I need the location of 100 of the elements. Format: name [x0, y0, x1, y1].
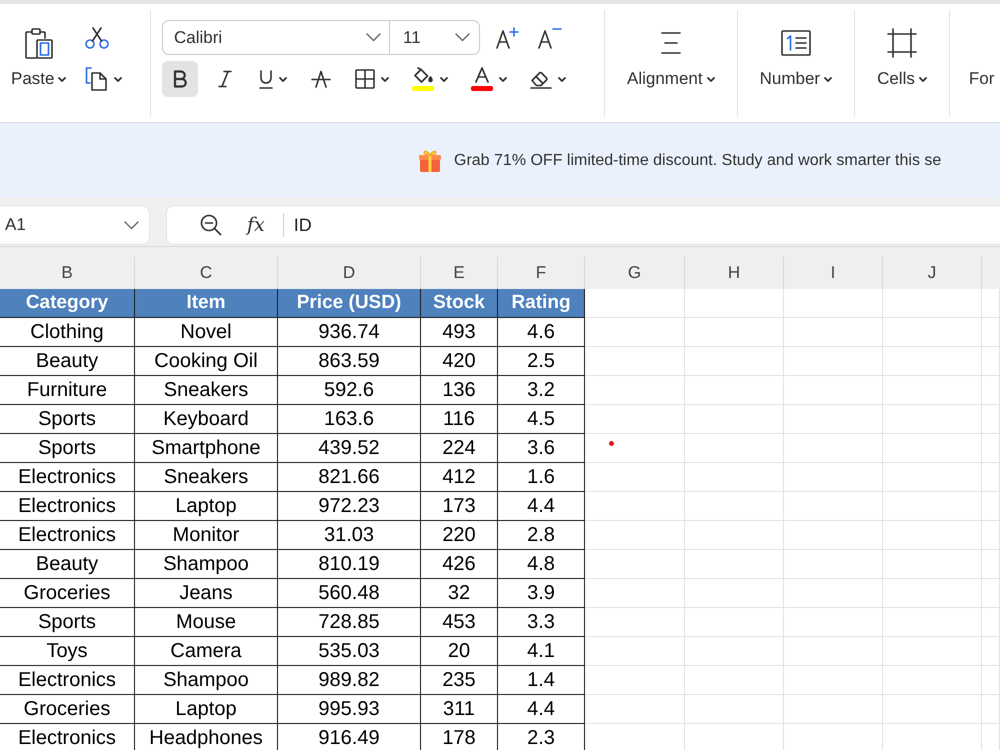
chevron-down-icon [455, 33, 470, 42]
dot-icon [609, 441, 614, 446]
table-cell: 3.6 [498, 434, 585, 463]
table-cell: Clothing [0, 318, 135, 347]
table-cell: Smartphone [135, 434, 278, 463]
table-cell: Sports [0, 434, 135, 463]
empty-cell [982, 405, 1000, 434]
table-cell: Beauty [0, 550, 135, 579]
table-cell: 863.59 [278, 347, 421, 376]
copy-icon [85, 67, 108, 91]
table-cell: 972.23 [278, 492, 421, 521]
empty-cell [982, 463, 1000, 492]
chevron-down-icon [366, 33, 381, 42]
table-cell: Groceries [0, 695, 135, 724]
table-cell: Jeans [135, 579, 278, 608]
table-cell: 592.6 [278, 376, 421, 405]
empty-cell [982, 666, 1000, 695]
table-cell: 178 [421, 724, 498, 750]
font-shrink-icon[interactable] [538, 26, 562, 48]
italic-icon [218, 70, 232, 88]
table-header-cell: Price (USD) [278, 289, 421, 318]
font-grow-icon[interactable] [496, 26, 520, 48]
table-cell: 311 [421, 695, 498, 724]
empty-cell [982, 289, 1000, 318]
table-cell: 220 [421, 521, 498, 550]
scissors-icon[interactable] [85, 27, 110, 49]
zoom-icon[interactable] [200, 214, 222, 236]
table-cell: Furniture [0, 376, 135, 405]
empty-cell [982, 637, 1000, 666]
font-color-icon [474, 67, 490, 83]
table-cell: 1.6 [498, 463, 585, 492]
empty-cell [982, 579, 1000, 608]
table-cell: Groceries [0, 579, 135, 608]
table-cell: 453 [421, 608, 498, 637]
cells-button[interactable]: Cells [877, 23, 927, 93]
table-cell: Sports [0, 608, 135, 637]
table-cell: 2.5 [498, 347, 585, 376]
table-cell: Laptop [135, 695, 278, 724]
name-box[interactable]: A1 [0, 205, 150, 245]
paste-button[interactable]: Paste [11, 23, 66, 93]
empty-cell [982, 608, 1000, 637]
font-name-select[interactable]: Calibri [162, 20, 390, 55]
chevron-down-icon [124, 220, 139, 230]
table-cell: Shampoo [135, 666, 278, 695]
table-cell: Laptop [135, 492, 278, 521]
table-cell: Electronics [0, 463, 135, 492]
table-cell: Monitor [135, 521, 278, 550]
table-cell: Sneakers [135, 463, 278, 492]
table-cell: 1.4 [498, 666, 585, 695]
underline-icon [259, 70, 273, 88]
table-cell: 493 [421, 318, 498, 347]
table-cell: 3.9 [498, 579, 585, 608]
promo-text: Grab 71% OFF limited-time discount. Study and work smarter this se [454, 152, 942, 170]
table-cell: 989.82 [278, 666, 421, 695]
number-button[interactable]: Number [760, 23, 832, 93]
table-cell: Electronics [0, 521, 135, 550]
table-cell: 560.48 [278, 579, 421, 608]
table-cell: 995.93 [278, 695, 421, 724]
table-cell: Electronics [0, 666, 135, 695]
empty-cell [982, 347, 1000, 376]
strikethrough-icon [311, 70, 331, 88]
table-cell: 821.66 [278, 463, 421, 492]
table-cell: 426 [421, 550, 498, 579]
empty-cell [982, 376, 1000, 405]
table-cell: 20 [421, 637, 498, 666]
table-cell: 173 [421, 492, 498, 521]
table-cell: 3.2 [498, 376, 585, 405]
paint-bucket-icon [413, 67, 433, 83]
empty-cell [982, 521, 1000, 550]
table-cell: 3.3 [498, 608, 585, 637]
font-size-select[interactable]: 11 [390, 20, 480, 55]
table-cell: 4.8 [498, 550, 585, 579]
table-cell: 412 [421, 463, 498, 492]
table-cell: 116 [421, 405, 498, 434]
insert-function-button[interactable]: fx [246, 214, 266, 236]
table-cell: 916.49 [278, 724, 421, 750]
bold-button[interactable] [162, 61, 198, 97]
formula-input[interactable]: ID [294, 210, 1000, 240]
borders-icon [355, 69, 375, 89]
table-cell: 4.1 [498, 637, 585, 666]
table-cell: 2.8 [498, 521, 585, 550]
table-cell: Camera [135, 637, 278, 666]
table-cell: Sports [0, 405, 135, 434]
table-cell: 535.03 [278, 637, 421, 666]
table-cell: Mouse [135, 608, 278, 637]
table-cell: 4.6 [498, 318, 585, 347]
alignment-button[interactable]: Alignment [627, 23, 715, 93]
table-cell: 936.74 [278, 318, 421, 347]
empty-cell [982, 550, 1000, 579]
table-cell: 31.03 [278, 521, 421, 550]
ribbon-button[interactable]: For [968, 23, 998, 93]
table-header-cell: Stock [421, 289, 498, 318]
table-cell: Electronics [0, 724, 135, 750]
table-header-cell: Item [135, 289, 278, 318]
table-cell: 136 [421, 376, 498, 405]
table-cell: Beauty [0, 347, 135, 376]
table-cell: 2.3 [498, 724, 585, 750]
empty-cell [982, 434, 1000, 463]
table-cell: 439.52 [278, 434, 421, 463]
table-cell: 4.4 [498, 695, 585, 724]
